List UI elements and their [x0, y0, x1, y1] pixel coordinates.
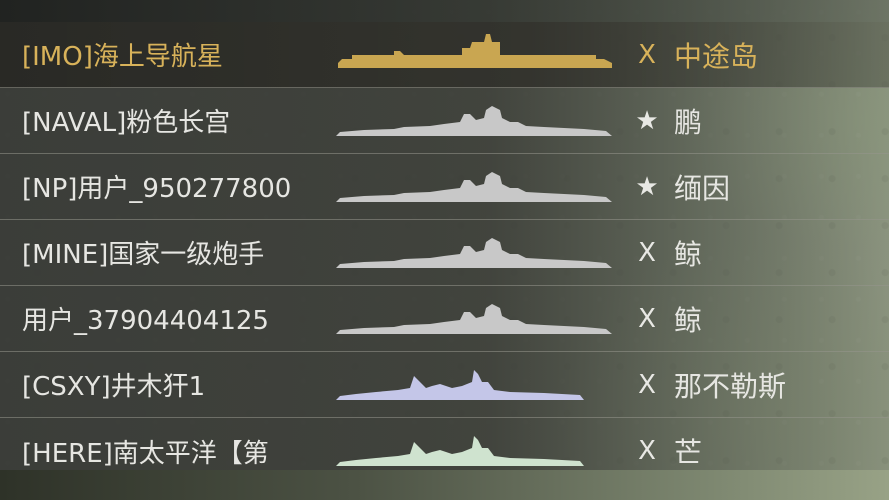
ship-silhouette-icon	[334, 162, 616, 212]
player-name: [IMO]海上导航星	[22, 42, 223, 72]
team-roster-panel: [IMO]海上导航星 X 中途岛 [NAVAL]粉色长宫 ★ 鹏 [NP]用户_…	[0, 0, 889, 470]
ship-marker-x-icon: X	[638, 369, 656, 400]
player-row[interactable]: [MINE]国家一级炮手 X 鲸	[0, 220, 889, 286]
ship-silhouette-icon	[334, 294, 616, 344]
ship-marker-x-icon: X	[638, 39, 656, 70]
ship-silhouette-icon	[334, 96, 616, 146]
ship-name: 那不勒斯	[674, 369, 787, 403]
player-name: [NAVAL]粉色长宫	[22, 108, 231, 138]
player-row[interactable]: 用户_37904404125 X 鲸	[0, 286, 889, 352]
ship-name: 鲸	[674, 303, 703, 337]
player-row[interactable]: [NP]用户_950277800 ★ 缅因	[0, 154, 889, 220]
player-name: 用户_37904404125	[22, 306, 269, 336]
ship-marker-star-icon: ★	[635, 171, 659, 202]
ship-silhouette-icon	[334, 228, 616, 278]
ship-silhouette-icon	[334, 30, 616, 80]
ship-silhouette-icon	[334, 360, 616, 410]
ship-marker-x-icon: X	[638, 303, 656, 334]
player-row[interactable]: [NAVAL]粉色长宫 ★ 鹏	[0, 88, 889, 154]
player-name: [CSXY]井木犴1	[22, 372, 206, 402]
background-ground-strip	[0, 470, 889, 500]
player-name: [NP]用户_950277800	[22, 174, 292, 204]
ship-marker-star-icon: ★	[635, 105, 659, 136]
ship-name: 中途岛	[674, 39, 759, 73]
ship-name: 鲸	[674, 237, 703, 271]
player-row[interactable]: [IMO]海上导航星 X 中途岛	[0, 22, 889, 88]
panel-top-strip	[0, 0, 889, 22]
ship-name: 缅因	[674, 171, 731, 205]
ship-silhouette-icon	[334, 426, 616, 476]
ship-marker-x-icon: X	[638, 237, 656, 268]
player-row[interactable]: [CSXY]井木犴1 X 那不勒斯	[0, 352, 889, 418]
player-name: [MINE]国家一级炮手	[22, 240, 265, 270]
ship-name: 鹏	[674, 105, 703, 139]
